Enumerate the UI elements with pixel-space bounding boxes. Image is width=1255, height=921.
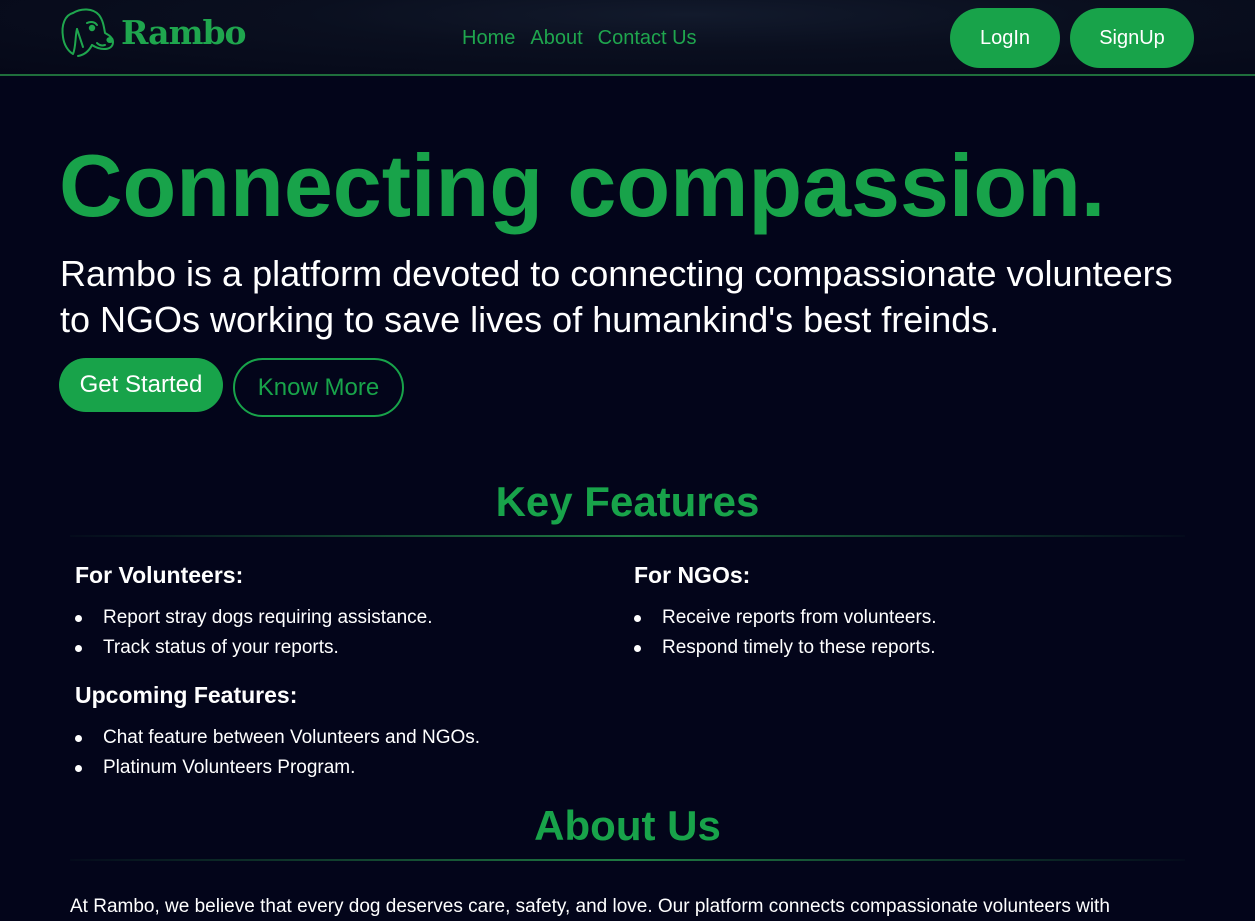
brand-logo[interactable]: Rambo xyxy=(59,7,247,59)
list-item: Platinum Volunteers Program. xyxy=(75,753,480,783)
list-item: Track status of your reports. xyxy=(75,633,433,663)
about-us-title: About Us xyxy=(534,802,721,849)
hero-subtitle: Rambo is a platform devoted to connectin… xyxy=(60,253,1173,340)
about-us-divider xyxy=(70,859,1185,861)
key-features-title: Key Features xyxy=(495,478,760,525)
nav-link-home[interactable]: Home xyxy=(462,27,515,50)
signup-button[interactable]: SignUp xyxy=(1070,8,1194,68)
ngos-feature-list: Receive reports from volunteers. Respond… xyxy=(634,603,937,663)
nav-link-contact-us[interactable]: Contact Us xyxy=(598,27,697,50)
volunteers-feature-list: Report stray dogs requiring assistance. … xyxy=(75,603,433,663)
list-item: Report stray dogs requiring assistance. xyxy=(75,603,433,633)
dog-head-icon xyxy=(59,7,115,59)
ngos-heading: For NGOs: xyxy=(634,562,751,588)
key-features-divider xyxy=(70,535,1185,537)
upcoming-feature-list: Chat feature between Volunteers and NGOs… xyxy=(75,723,480,783)
list-item: Chat feature between Volunteers and NGOs… xyxy=(75,723,480,753)
know-more-button[interactable]: Know More xyxy=(233,358,404,417)
list-item: Respond timely to these reports. xyxy=(634,633,937,663)
brand-name: Rambo xyxy=(121,12,247,52)
hero-title: Connecting compassion. xyxy=(59,136,1106,235)
upcoming-features-heading: Upcoming Features: xyxy=(75,682,298,708)
login-button[interactable]: LogIn xyxy=(950,8,1060,68)
nav-link-about[interactable]: About xyxy=(530,27,582,50)
main-nav: Home About Contact Us xyxy=(462,27,697,50)
volunteers-heading: For Volunteers: xyxy=(75,562,244,588)
get-started-button[interactable]: Get Started xyxy=(59,358,223,412)
about-us-text: At Rambo, we believe that every dog dese… xyxy=(70,896,1110,917)
top-navbar: Rambo Home About Contact Us LogIn SignUp xyxy=(0,0,1255,76)
list-item: Receive reports from volunteers. xyxy=(634,603,937,633)
